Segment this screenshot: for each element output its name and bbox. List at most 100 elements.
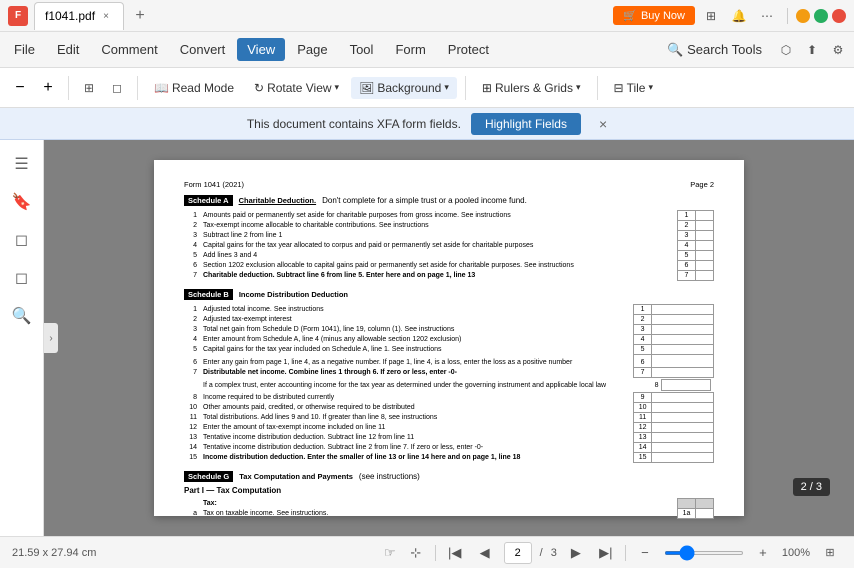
schedule-a-table: 1 Amounts paid or permanently set aside … xyxy=(184,210,714,281)
page-view-icon[interactable]: ⊞ xyxy=(77,76,101,100)
tile-icon: ⊟ xyxy=(614,81,624,95)
external-link-icon[interactable]: ⬡ xyxy=(774,38,798,62)
more-options-icon[interactable]: ⋯ xyxy=(755,4,779,28)
table-row: 10 Other amounts paid, credited, or othe… xyxy=(184,403,714,413)
background-icon: 🖼 xyxy=(359,81,374,95)
panel-bookmark-icon[interactable]: 🔖 xyxy=(6,186,38,218)
menu-page[interactable]: Page xyxy=(287,38,337,61)
single-page-icon[interactable]: ◻ xyxy=(105,76,129,100)
tab-close-button[interactable]: × xyxy=(99,9,113,23)
pdf-tab[interactable]: f1041.pdf × xyxy=(34,2,124,30)
toolbar-icon-2[interactable]: 🔔 xyxy=(727,4,751,28)
tab-filename: f1041.pdf xyxy=(45,9,95,23)
panel-layers-icon[interactable]: ◻ xyxy=(6,262,38,294)
next-page-button[interactable]: ▶ xyxy=(565,542,587,564)
settings-icon[interactable]: ⚙ xyxy=(826,38,850,62)
schedule-g-header: Schedule G Tax Computation and Payments … xyxy=(184,471,714,482)
current-page-input[interactable] xyxy=(504,542,532,564)
menu-edit[interactable]: Edit xyxy=(47,38,89,61)
pdf-page-header: Form 1041 (2021) Page 2 xyxy=(184,180,714,189)
panel-nav-icon[interactable]: ☰ xyxy=(6,148,38,180)
table-row: Tax: xyxy=(184,499,714,509)
prev-page-button[interactable]: ◀ xyxy=(474,542,496,564)
background-button[interactable]: 🖼 Background ▾ xyxy=(351,77,457,99)
panel-collapse-arrow[interactable]: › xyxy=(44,323,58,353)
schedule-g-subtitle: (see instructions) xyxy=(359,472,420,481)
schedule-g-table: Tax: a Tax on taxable income. See instru… xyxy=(184,498,714,519)
toolbar-icon-1[interactable]: ⊞ xyxy=(699,4,723,28)
row-value xyxy=(696,211,714,221)
page-separator: / xyxy=(540,547,543,559)
schedule-b-title: Income Distribution Deduction xyxy=(239,290,348,299)
buy-now-button[interactable]: 🛒 Buy Now xyxy=(613,6,695,25)
schedule-a-header: Schedule A Charitable Deduction. Don't c… xyxy=(184,195,714,206)
minimize-button[interactable] xyxy=(796,9,810,23)
panel-page-icon[interactable]: ◻ xyxy=(6,224,38,256)
titlebar-left: F f1041.pdf × + xyxy=(8,2,613,30)
zoom-value-label: 100% xyxy=(782,547,810,559)
toolbar: − + ⊞ ◻ 📖 Read Mode ↻ Rotate View ▾ 🖼 Ba… xyxy=(0,68,854,108)
cart-icon: 🛒 xyxy=(623,9,637,22)
row-box: 1 xyxy=(678,211,696,221)
table-row: 6 Enter any gain from page 1, line 4, as… xyxy=(184,355,714,368)
table-row: 7 Distributable net income. Combine line… xyxy=(184,368,714,378)
schedule-g-part1: Part I — Tax Computation xyxy=(184,486,714,495)
menu-comment[interactable]: Comment xyxy=(91,38,167,61)
zoom-in-button[interactable]: + xyxy=(752,542,774,564)
menu-view[interactable]: View xyxy=(237,38,285,61)
table-row: 4 Enter amount from Schedule A, line 4 (… xyxy=(184,335,714,345)
rulers-dropdown-icon: ▾ xyxy=(576,82,581,93)
cursor-tool-1[interactable]: ☞ xyxy=(379,542,401,564)
rotate-view-button[interactable]: ↻ Rotate View ▾ xyxy=(246,77,347,99)
search-tools-button[interactable]: 🔍 Search Tools xyxy=(657,38,772,62)
fit-page-icon[interactable]: ⊞ xyxy=(818,541,842,565)
table-row: If a complex trust, enter accounting inc… xyxy=(184,378,714,393)
table-row: 5 Add lines 3 and 4 5 xyxy=(184,251,714,261)
schedule-a-subtitle: Don't complete for a simple trust or a p… xyxy=(322,196,527,205)
table-row: 11 Total distributions. Add lines 9 and … xyxy=(184,413,714,423)
menubar: File Edit Comment Convert View Page Tool… xyxy=(0,32,854,68)
cursor-tool-2[interactable]: ⊹ xyxy=(405,542,427,564)
table-row: 1 Amounts paid or permanently set aside … xyxy=(184,211,714,221)
new-tab-button[interactable]: + xyxy=(130,6,150,26)
tile-button[interactable]: ⊟ Tile ▾ xyxy=(606,77,661,99)
pdf-viewer[interactable]: Form 1041 (2021) Page 2 Schedule A Chari… xyxy=(44,140,854,536)
form-input-8[interactable] xyxy=(661,379,711,391)
zoom-out-button[interactable]: − xyxy=(634,542,656,564)
menu-file[interactable]: File xyxy=(4,38,45,61)
expand-icon[interactable]: ⬆ xyxy=(800,38,824,62)
row-num: 1 xyxy=(184,211,200,221)
toolbar-divider-3 xyxy=(465,76,466,100)
zoom-slider[interactable] xyxy=(664,551,744,555)
page-badge: 2 / 3 xyxy=(793,478,830,496)
page-label: Page 2 xyxy=(690,180,714,189)
left-panel: ☰ 🔖 ◻ ◻ 🔍 xyxy=(0,140,44,536)
table-row: 4 Capital gains for the tax year allocat… xyxy=(184,241,714,251)
rulers-grids-button[interactable]: ⊞ Rulers & Grids ▾ xyxy=(474,77,589,99)
table-row: 8 Income required to be distributed curr… xyxy=(184,393,714,403)
menu-form[interactable]: Form xyxy=(385,38,435,61)
last-page-button[interactable]: ▶| xyxy=(595,542,617,564)
toolbar-divider-2 xyxy=(137,76,138,100)
main-content: ☰ 🔖 ◻ ◻ 🔍 › Form 1041 (2021) Page 2 Sche… xyxy=(0,140,854,536)
zoom-plus-button[interactable]: + xyxy=(36,76,60,100)
schedule-b-table: 1 Adjusted total income. See instruction… xyxy=(184,304,714,463)
titlebar-right: 🛒 Buy Now ⊞ 🔔 ⋯ xyxy=(613,4,846,28)
menu-convert[interactable]: Convert xyxy=(170,38,236,61)
menu-tool[interactable]: Tool xyxy=(340,38,384,61)
first-page-button[interactable]: |◀ xyxy=(444,542,466,564)
zoom-minus-button[interactable]: − xyxy=(8,76,32,100)
bottombar: 21.59 x 27.94 cm ☞ ⊹ |◀ ◀ / 3 ▶ ▶| − + 1… xyxy=(0,536,854,568)
close-button[interactable] xyxy=(832,9,846,23)
table-row: a Tax on taxable income. See instruction… xyxy=(184,509,714,519)
panel-search-icon[interactable]: 🔍 xyxy=(6,300,38,332)
schedule-g-title: Tax Computation and Payments xyxy=(239,472,353,481)
maximize-button[interactable] xyxy=(814,9,828,23)
menu-protect[interactable]: Protect xyxy=(438,38,499,61)
toolbar-divider-4 xyxy=(597,76,598,100)
table-row: 12 Enter the amount of tax-exempt income… xyxy=(184,423,714,433)
read-mode-button[interactable]: 📖 Read Mode xyxy=(146,77,242,99)
xfa-close-button[interactable]: × xyxy=(599,116,607,132)
highlight-fields-button[interactable]: Highlight Fields xyxy=(471,113,581,135)
table-row: 13 Tentative income distribution deducti… xyxy=(184,433,714,443)
